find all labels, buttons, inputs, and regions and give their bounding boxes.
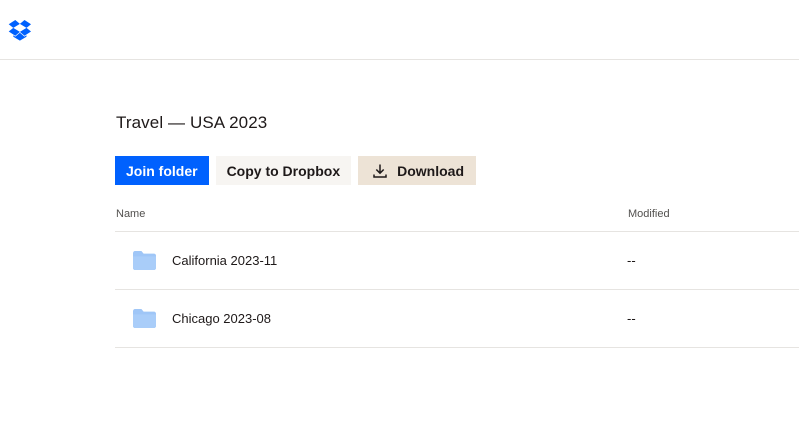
download-button-label: Download	[397, 162, 464, 179]
table-row[interactable]: Chicago 2023-08 --	[115, 290, 799, 348]
page-title: Travel — USA 2023	[116, 113, 268, 132]
row-name[interactable]: Chicago 2023-08	[172, 311, 271, 326]
join-folder-button[interactable]: Join folder	[115, 156, 209, 185]
copy-to-dropbox-button[interactable]: Copy to Dropbox	[215, 156, 352, 185]
column-header-modified[interactable]: Modified	[628, 208, 670, 220]
folder-icon	[133, 309, 156, 328]
dropbox-logo-icon[interactable]	[8, 20, 32, 41]
column-header-name[interactable]: Name	[116, 208, 145, 220]
row-modified: --	[627, 311, 636, 326]
row-name[interactable]: California 2023-11	[172, 253, 277, 268]
top-bar	[0, 0, 799, 60]
row-modified: --	[627, 253, 636, 268]
download-icon	[373, 164, 387, 178]
action-bar: Join folder Copy to Dropbox Download	[115, 156, 476, 185]
table-row[interactable]: California 2023-11 --	[115, 232, 799, 290]
download-button[interactable]: Download	[358, 156, 476, 185]
table-header: Name Modified	[115, 198, 799, 232]
file-table: Name Modified California 2023-11 -- Chic…	[115, 198, 799, 348]
folder-icon	[133, 251, 156, 270]
